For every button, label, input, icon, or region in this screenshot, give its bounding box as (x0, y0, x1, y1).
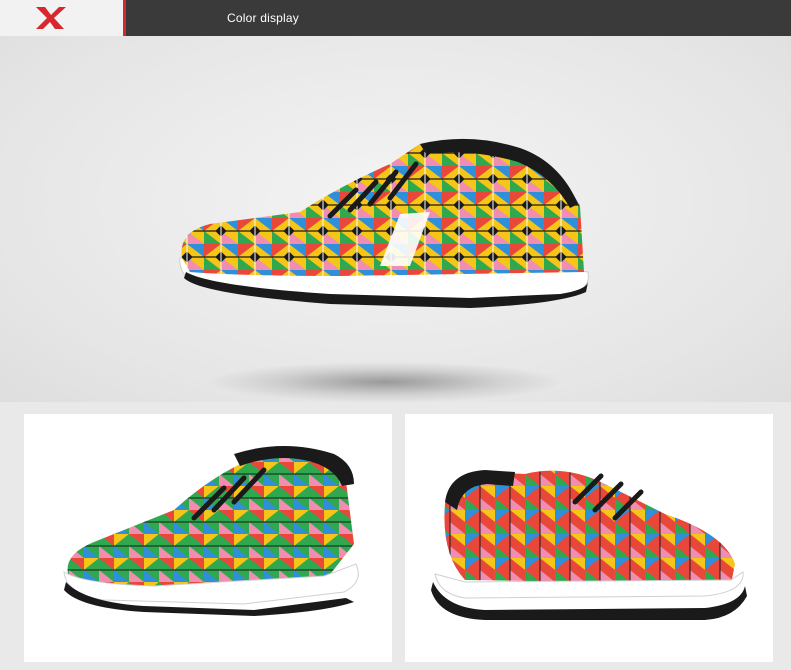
floor-shadow (210, 362, 560, 402)
brand-logo (0, 0, 126, 36)
section-title: Color display (227, 11, 299, 25)
top-banner: Color display (0, 0, 791, 36)
sneaker-front-three-quarter (63, 446, 359, 616)
product-view-rear (405, 414, 773, 662)
product-view-front (24, 414, 392, 662)
hero-product-image (0, 36, 791, 402)
sneaker-rear-three-quarter (431, 470, 747, 620)
sneaker-side-view (179, 138, 589, 308)
x-logo-icon (36, 7, 66, 29)
